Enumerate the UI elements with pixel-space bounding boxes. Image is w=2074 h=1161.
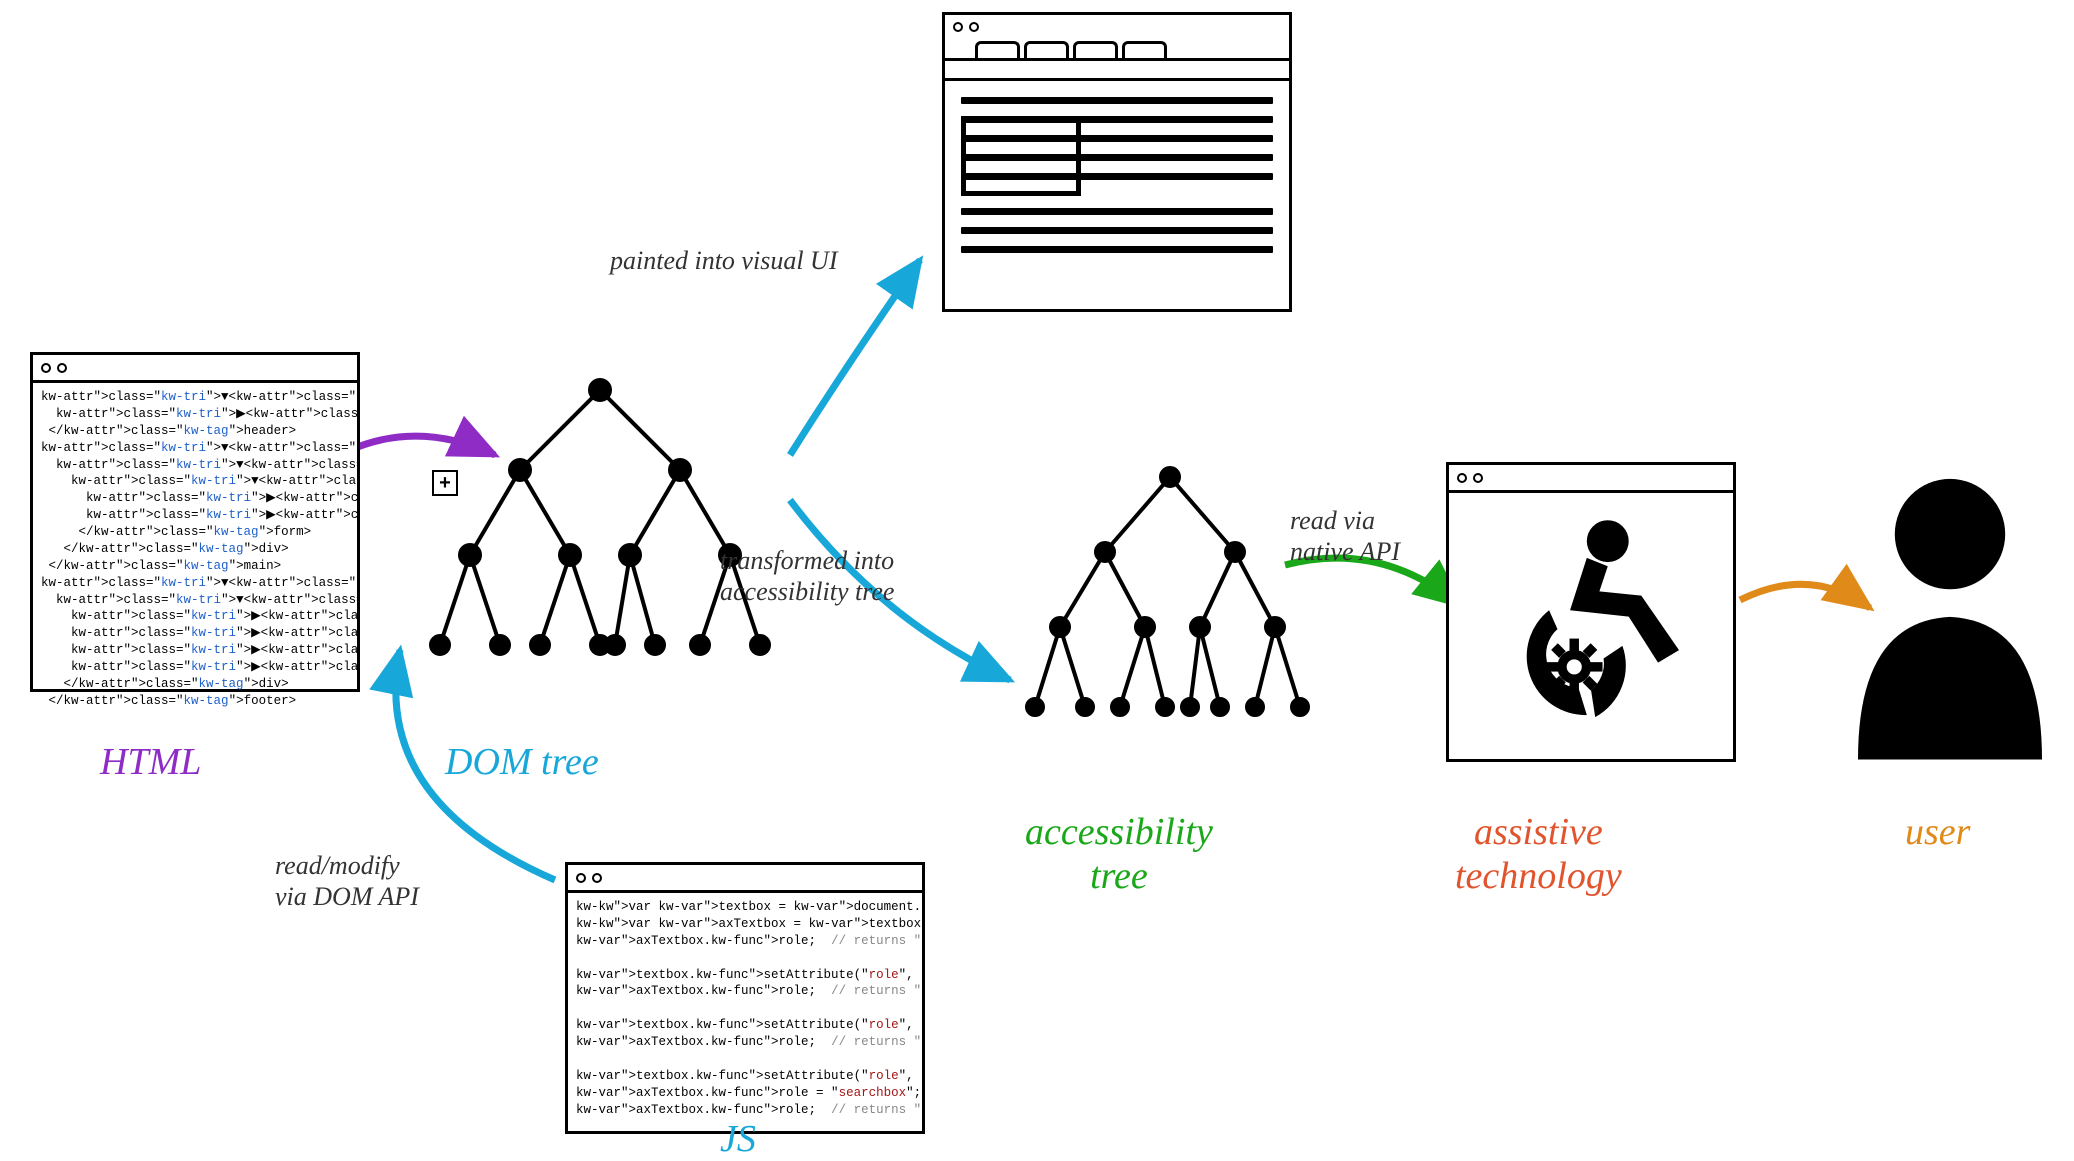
js-code-window: kw-kw">var kw-var">textbox = kw-var">doc… <box>565 862 925 1134</box>
at-window-titlebar <box>1449 465 1733 493</box>
label-js: JS <box>720 1117 756 1161</box>
code-line: kw-var">textbox.kw-func">setAttribute("r… <box>576 1017 914 1034</box>
code-line: kw-attr">class="kw-tri">▶<kw-attr">class… <box>41 608 349 625</box>
label-html: HTML <box>100 740 201 784</box>
code-line <box>576 1000 914 1017</box>
code-line: kw-var">axTextbox.kw-func">role; // retu… <box>576 1034 914 1051</box>
dom-tree-graphic <box>390 360 810 710</box>
browser-tab <box>1073 41 1118 58</box>
code-line: kw-attr">class="kw-tri">▼<kw-attr">class… <box>41 440 349 457</box>
code-line: kw-attr">class="kw-tri">▼<kw-attr">class… <box>41 592 349 609</box>
code-line: kw-attr">class="kw-tri">▶<kw-attr">class… <box>41 406 349 423</box>
label-dom-tree: DOM tree <box>445 740 599 784</box>
window-dot-icon <box>1457 473 1467 483</box>
code-line: kw-var">axTextbox.kw-func">role; // retu… <box>576 983 914 1000</box>
code-line: </kw-attr">class="kw-tag">div> <box>41 541 349 558</box>
label-assistive-technology: assistive technology <box>1455 810 1622 898</box>
code-line: kw-attr">class="kw-tri">▼<kw-attr">class… <box>41 473 349 490</box>
window-dot-icon <box>576 873 586 883</box>
code-line: kw-attr">class="kw-tri">▶<kw-attr">class… <box>41 659 349 676</box>
code-line: kw-attr">class="kw-tri">▼<kw-attr">class… <box>41 389 349 406</box>
browser-addressbar <box>945 61 1289 81</box>
annot-read-modify: read/modify via DOM API <box>275 850 419 912</box>
window-dot-icon <box>592 873 602 883</box>
code-line: kw-var">textbox.kw-func">setAttribute("r… <box>576 967 914 984</box>
code-line: </kw-attr">class="kw-tag">header> <box>41 423 349 440</box>
window-dot-icon <box>41 363 51 373</box>
code-line: kw-attr">class="kw-tri">▶<kw-attr">class… <box>41 490 349 507</box>
html-code-window: kw-attr">class="kw-tri">▼<kw-attr">class… <box>30 352 360 692</box>
code-line: kw-attr">class="kw-tri">▶<kw-attr">class… <box>41 625 349 642</box>
code-line: kw-kw">var kw-var">textbox = kw-var">doc… <box>576 899 914 916</box>
window-dot-icon <box>953 22 963 32</box>
code-line: </kw-attr">class="kw-tag">form> <box>41 524 349 541</box>
browser-visual-ui-window <box>942 12 1292 312</box>
annot-painted: painted into visual UI <box>610 245 837 276</box>
browser-titlebar <box>945 15 1289 39</box>
code-line: kw-var">textbox.kw-func">setAttribute("r… <box>576 1068 914 1085</box>
label-user: user <box>1905 810 1970 854</box>
page-image-placeholder <box>961 116 1081 196</box>
code-line: kw-var">axTextbox.kw-func">role = "searc… <box>576 1085 914 1102</box>
annot-read-native: read via native API <box>1290 505 1400 567</box>
html-window-titlebar <box>33 355 357 383</box>
code-line: kw-var">axTextbox.kw-func">role; // retu… <box>576 933 914 950</box>
code-line <box>576 1051 914 1068</box>
browser-page-content <box>945 81 1289 269</box>
code-line: kw-attr">class="kw-tri">▼<kw-attr">class… <box>41 457 349 474</box>
label-accessibility-tree: accessibility tree <box>1025 810 1213 898</box>
code-line: </kw-attr">class="kw-tag">div> <box>41 676 349 693</box>
html-code-body: kw-attr">class="kw-tri">▼<kw-attr">class… <box>33 383 357 716</box>
accessibility-tree-graphic <box>1000 452 1340 762</box>
code-line: </kw-attr">class="kw-tag">main> <box>41 558 349 575</box>
window-dot-icon <box>969 22 979 32</box>
browser-tab <box>975 41 1020 58</box>
code-line: kw-attr">class="kw-tri">▶<kw-attr">class… <box>41 642 349 659</box>
user-silhouette-icon <box>1835 460 2065 760</box>
window-dot-icon <box>1473 473 1483 483</box>
accessibility-wheelchair-gear-icon <box>1486 516 1696 736</box>
code-line: kw-attr">class="kw-tri">▼<kw-attr">class… <box>41 575 349 592</box>
code-line <box>576 950 914 967</box>
assistive-tech-window <box>1446 462 1736 762</box>
browser-tab <box>1024 41 1069 58</box>
window-dot-icon <box>57 363 67 373</box>
annot-transformed: transformed into accessibility tree <box>720 545 894 607</box>
code-line: kw-kw">var kw-var">axTextbox = kw-var">t… <box>576 916 914 933</box>
code-line: kw-var">axTextbox.kw-func">role; // retu… <box>576 1102 914 1119</box>
js-code-body: kw-kw">var kw-var">textbox = kw-var">doc… <box>568 893 922 1124</box>
browser-tabs <box>945 39 1289 61</box>
browser-tab <box>1122 41 1167 58</box>
code-line: kw-attr">class="kw-tri">▶<kw-attr">class… <box>41 507 349 524</box>
code-line: </kw-attr">class="kw-tag">footer> <box>41 693 349 710</box>
js-window-titlebar <box>568 865 922 893</box>
